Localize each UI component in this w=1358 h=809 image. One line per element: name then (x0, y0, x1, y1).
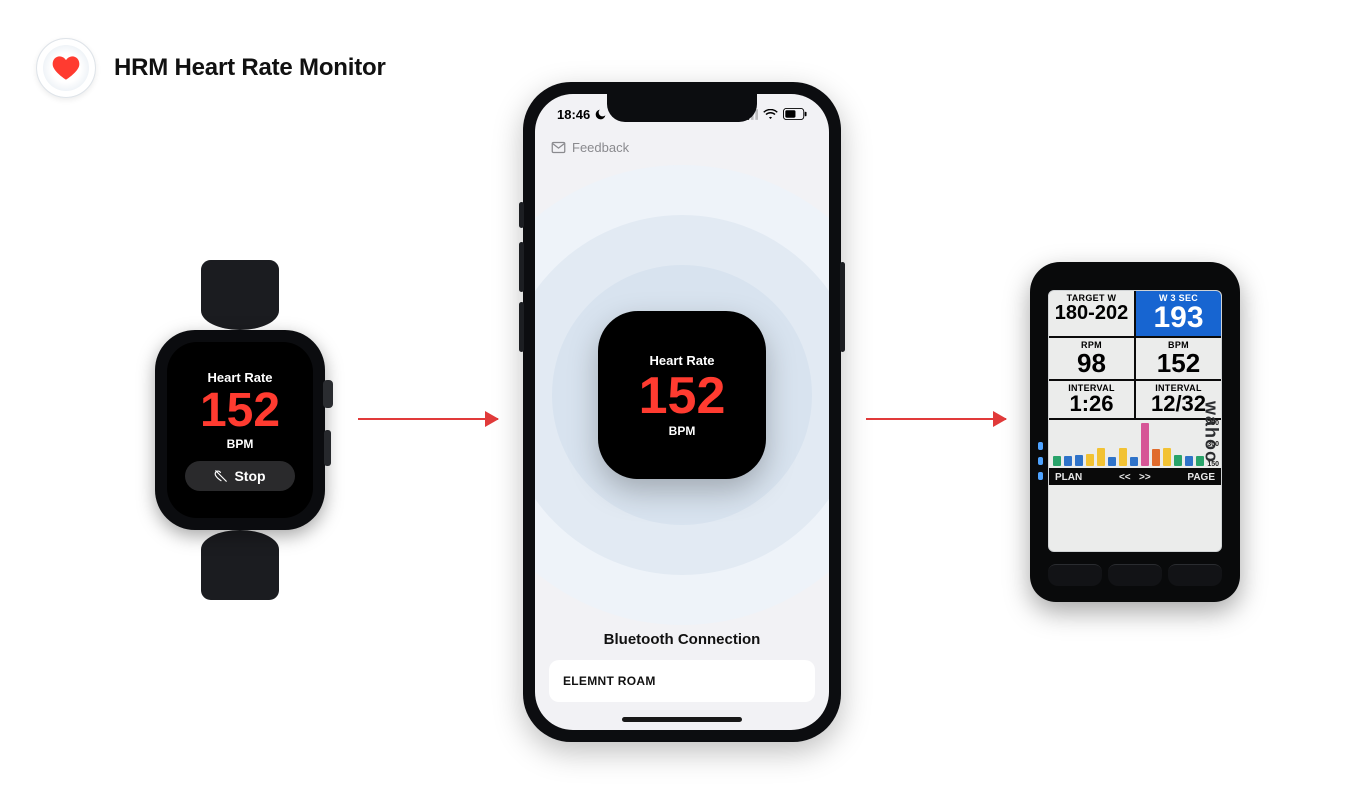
apple-watch: Heart Rate 152 BPM Stop (140, 260, 340, 600)
wahoo-chart-bar (1196, 456, 1204, 466)
wahoo-screen: TARGET W 180-202 W 3 SEC 193 RPM 98 BPM … (1048, 290, 1222, 552)
wahoo-chart-bar (1075, 455, 1083, 466)
bluetooth-section: Bluetooth Connection ELEMNT ROAM (549, 631, 815, 730)
wahoo-chart-bar (1119, 448, 1127, 466)
phone-silence-switch[interactable] (519, 202, 524, 228)
wahoo-chart-bar (1108, 457, 1116, 466)
wifi-icon (763, 109, 778, 120)
wahoo-field-target-w: TARGET W 180-202 (1049, 291, 1136, 336)
wahoo-chart-bar (1152, 449, 1160, 466)
phone-screen: 18:46 (535, 94, 829, 730)
status-time: 18:46 (557, 107, 590, 122)
home-indicator[interactable] (622, 717, 742, 722)
wahoo-chart-bar (1130, 457, 1138, 466)
heart-rate-card: Heart Rate 152 BPM (598, 311, 766, 479)
wahoo-button-left[interactable] (1048, 564, 1102, 586)
wahoo-button-right[interactable] (1168, 564, 1222, 586)
watch-screen: Heart Rate 152 BPM Stop (167, 342, 313, 518)
battery-icon (783, 108, 807, 120)
wahoo-chart-bar (1185, 456, 1193, 466)
app-header: HRM Heart Rate Monitor (36, 38, 386, 98)
wahoo-chart-bar (1141, 423, 1149, 466)
phone-side-button[interactable] (840, 262, 845, 352)
feedback-link[interactable]: Feedback (549, 134, 815, 159)
heart-icon (52, 55, 80, 81)
wahoo-chart-bar (1097, 448, 1105, 466)
pulse-area: Heart Rate 152 BPM (549, 159, 815, 631)
watch-strap-top (201, 260, 279, 330)
wahoo-power-chart: 750 300 150 (1049, 420, 1221, 470)
phone-hr-value: 152 (639, 370, 726, 422)
wahoo-chart-bar (1086, 454, 1094, 466)
watch-side-button[interactable] (324, 430, 331, 466)
watch-hr-label: Heart Rate (207, 370, 272, 385)
feedback-label: Feedback (572, 140, 629, 155)
bluetooth-title: Bluetooth Connection (549, 631, 815, 648)
heart-off-icon (214, 469, 228, 483)
wahoo-chart-bar (1064, 456, 1072, 466)
iphone: 18:46 (523, 82, 841, 742)
watch-case: Heart Rate 152 BPM Stop (155, 330, 325, 530)
moon-icon (594, 108, 607, 121)
watch-crown[interactable] (323, 380, 333, 408)
wahoo-led-2 (1038, 457, 1043, 465)
wahoo-led-3 (1038, 472, 1043, 480)
watch-strap-bottom (201, 530, 279, 600)
watch-stop-button[interactable]: Stop (185, 461, 295, 491)
phone-volume-up[interactable] (519, 242, 524, 292)
wahoo-field-rpm: RPM 98 (1049, 338, 1136, 379)
wahoo-chart-gridlabels: 750 300 150 (1207, 420, 1219, 468)
wahoo-chart-bar (1174, 455, 1182, 466)
wahoo-field-bpm: BPM 152 (1136, 338, 1221, 379)
wahoo-footer-prev[interactable]: << (1119, 472, 1131, 483)
wahoo-field-w3sec: W 3 SEC 193 (1136, 291, 1221, 336)
wahoo-led-1 (1038, 442, 1043, 450)
wahoo-button-center[interactable] (1108, 564, 1162, 586)
phone-hr-unit: BPM (669, 424, 696, 438)
phone-notch (607, 94, 757, 122)
wahoo-footer-next[interactable]: >> (1139, 472, 1151, 483)
flow-arrow-phone-to-bikecomputer (866, 418, 1006, 420)
phone-app-content: Feedback Heart Rate 152 BPM Bluetooth Co… (535, 134, 829, 730)
wahoo-footer-plan[interactable]: PLAN (1055, 472, 1082, 483)
wahoo-field-interval-time: INTERVAL 1:26 (1049, 381, 1136, 418)
wahoo-bike-computer: wahoo TARGET W 180-202 W 3 SEC 193 RPM 9… (1030, 262, 1240, 602)
watch-hr-unit: BPM (227, 437, 254, 451)
wahoo-chart-bar (1163, 448, 1171, 466)
phone-hr-label: Heart Rate (649, 353, 714, 368)
envelope-icon (551, 140, 566, 155)
watch-stop-label: Stop (234, 468, 265, 484)
wahoo-footer: PLAN << >> PAGE (1049, 470, 1221, 485)
wahoo-footer-page[interactable]: PAGE (1187, 472, 1215, 483)
app-icon (36, 38, 96, 98)
bluetooth-device-name: ELEMNT ROAM (563, 674, 656, 688)
bluetooth-device-row[interactable]: ELEMNT ROAM (549, 660, 815, 702)
phone-volume-down[interactable] (519, 302, 524, 352)
app-title: HRM Heart Rate Monitor (114, 54, 386, 82)
wahoo-chart-bar (1053, 456, 1061, 466)
wahoo-buttons (1048, 564, 1222, 586)
watch-hr-value: 152 (200, 387, 280, 435)
flow-arrow-watch-to-phone (358, 418, 498, 420)
